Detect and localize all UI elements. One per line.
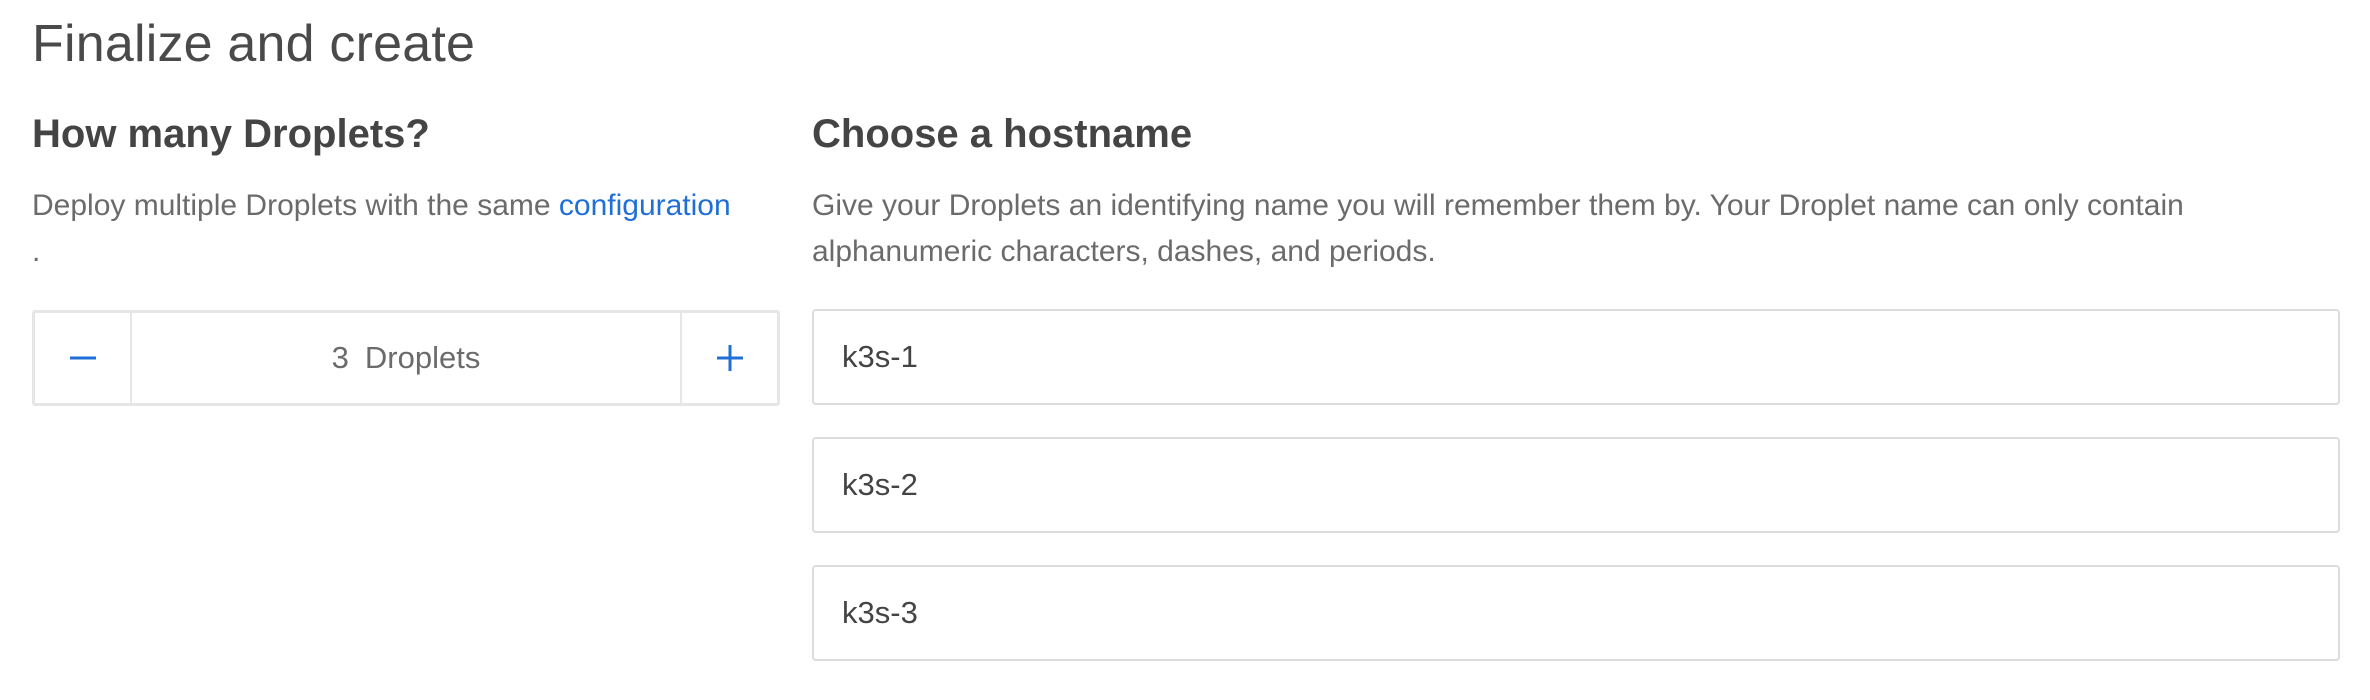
- droplet-count-display: 3 Droplets: [132, 313, 680, 403]
- hostname-description: Give your Droplets an identifying name y…: [812, 189, 2184, 268]
- description-text: Deploy multiple Droplets with the same: [32, 189, 559, 222]
- increment-button[interactable]: [680, 313, 777, 403]
- decrement-button[interactable]: [35, 313, 132, 403]
- minus-icon: [69, 356, 96, 360]
- page-title: Finalize and create: [32, 15, 476, 73]
- finalize-section: Finalize and create How many Droplets? D…: [0, 0, 2370, 700]
- droplet-count-description: Deploy multiple Droplets with the same c…: [32, 183, 792, 275]
- droplet-count-unit: Droplets: [364, 340, 481, 375]
- description-period: .: [32, 235, 41, 268]
- droplet-count-heading: How many Droplets?: [32, 112, 430, 156]
- hostname-input-3[interactable]: [812, 565, 2340, 661]
- hostname-input-1[interactable]: [812, 309, 2340, 405]
- droplet-quantity-stepper: 3 Droplets: [32, 310, 780, 406]
- droplet-count-value: 3: [331, 340, 349, 375]
- hostname-input-2[interactable]: [812, 437, 2340, 533]
- configuration-link[interactable]: configuration: [559, 189, 731, 222]
- plus-icon: [716, 345, 743, 371]
- hostname-heading: Choose a hostname: [812, 112, 1193, 156]
